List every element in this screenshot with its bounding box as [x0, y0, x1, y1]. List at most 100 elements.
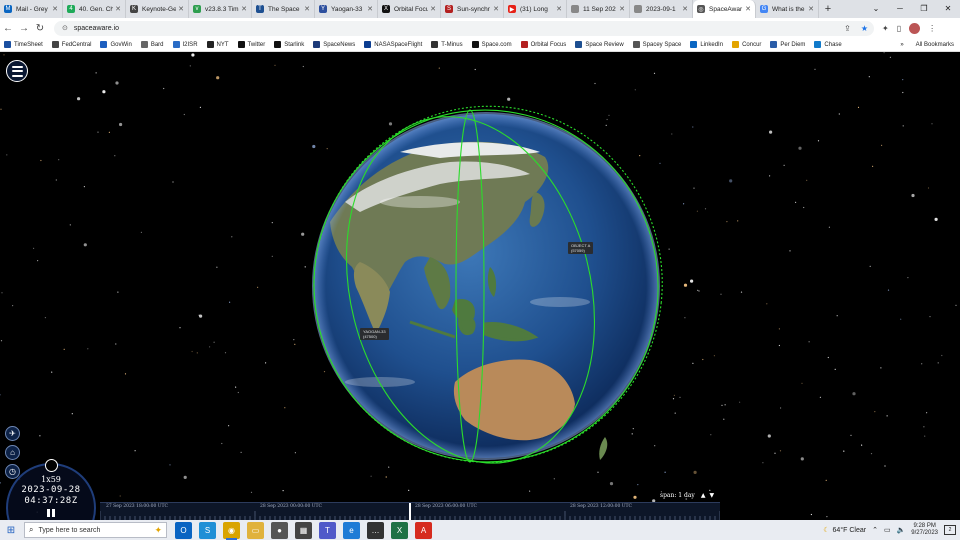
chrome-taskbar-icon[interactable]: ◉: [223, 521, 240, 540]
pause-icon[interactable]: [46, 509, 56, 519]
star: [704, 208, 707, 210]
browser-tab[interactable]: 11 Sep 202 ✕: [567, 0, 630, 18]
earth-globe[interactable]: [312, 112, 660, 460]
star: [721, 404, 723, 406]
tab-close-icon[interactable]: ✕: [430, 5, 436, 13]
bookmark-item[interactable]: NYT: [206, 41, 229, 48]
timeline-cursor[interactable]: [409, 503, 411, 520]
edge-taskbar-icon[interactable]: e: [343, 521, 360, 539]
taskbar-clock[interactable]: 9:28 PM 9/27/2023: [911, 523, 938, 537]
browser-tab[interactable]: 4 40. Gen. Ch ✕: [63, 0, 126, 18]
site-info-icon[interactable]: ⊙: [62, 24, 68, 32]
bookmark-star-icon[interactable]: ★: [861, 24, 868, 33]
browser-tab[interactable]: G What is the ✕: [756, 0, 819, 18]
hamburger-menu-button[interactable]: [6, 60, 28, 82]
tab-close-icon[interactable]: ✕: [808, 5, 814, 13]
weather-widget[interactable]: ☾ 64°F Clear: [823, 526, 866, 535]
chat-taskbar-icon[interactable]: …: [367, 521, 384, 539]
bookmark-item[interactable]: Twitter: [237, 41, 265, 48]
bookmark-item[interactable]: FedCentral: [51, 41, 92, 48]
tab-close-icon[interactable]: ✕: [493, 5, 499, 13]
span-increase-icon[interactable]: ▲: [701, 492, 706, 499]
calculator-taskbar-icon[interactable]: ▦: [295, 521, 312, 539]
browser-tab[interactable]: v v23.8.3 Tim ✕: [189, 0, 252, 18]
bookmark-item[interactable]: T-Minus: [431, 41, 463, 48]
all-bookmarks-button[interactable]: All Bookmarks: [916, 42, 954, 48]
browser-tab[interactable]: T The Space ✕: [252, 0, 315, 18]
tab-close-icon[interactable]: ✕: [682, 5, 688, 13]
timeline-bar[interactable]: 27 Sep 2023 18:00:00 UTC 28 Sep 2023 00:…: [100, 502, 720, 520]
profile-avatar[interactable]: [909, 22, 921, 34]
browser-tab[interactable]: ◎ SpaceAwar ✕: [693, 0, 756, 18]
globe-viewport[interactable]: OBJECT A (57059) YAOGAN-33 (47500) ✈ ⌂ ◷…: [0, 52, 960, 520]
teams-taskbar-icon[interactable]: T: [319, 521, 336, 539]
bookmark-item[interactable]: LinkedIn: [690, 41, 723, 48]
network-icon[interactable]: ▭: [884, 526, 891, 534]
reload-icon[interactable]: ↻: [32, 23, 48, 34]
notification-icon[interactable]: 2: [944, 525, 956, 535]
bookmark-item[interactable]: Space Review: [575, 41, 624, 48]
bookmark-item[interactable]: I2ISR: [172, 41, 198, 48]
bookmark-item[interactable]: Orbital Focus: [520, 41, 566, 48]
close-window-icon[interactable]: ✕: [936, 0, 960, 18]
label-object-a[interactable]: OBJECT A (57059): [568, 242, 594, 254]
tab-close-icon[interactable]: ✕: [556, 5, 562, 13]
satellite-icon[interactable]: ✈: [5, 426, 20, 441]
forward-icon[interactable]: →: [16, 23, 32, 34]
home-icon[interactable]: ⌂: [5, 445, 20, 460]
extensions-icon[interactable]: ✦: [882, 24, 889, 33]
tab-close-icon[interactable]: ✕: [115, 5, 121, 13]
bookmark-item[interactable]: Starlink: [274, 41, 304, 48]
url-field[interactable]: ⊙ spaceaware.io ⇪ ★: [54, 20, 874, 36]
windows-start-icon[interactable]: ⊞: [0, 525, 22, 536]
bookmark-item[interactable]: Chase: [814, 41, 842, 48]
new-tab-button[interactable]: +: [819, 3, 837, 15]
tab-close-icon[interactable]: ✕: [241, 5, 247, 13]
minimize-icon[interactable]: ─: [888, 0, 912, 18]
browser-tab[interactable]: 2023-09-1 ✕: [630, 0, 693, 18]
browser-tab[interactable]: ▶ (31) Long ✕: [504, 0, 567, 18]
tab-close-icon[interactable]: ✕: [367, 5, 373, 13]
bookmark-item[interactable]: SpaceNews: [313, 41, 355, 48]
more-bookmarks-icon[interactable]: »: [900, 42, 903, 48]
tab-close-icon[interactable]: ✕: [52, 5, 58, 13]
tab-close-icon[interactable]: ✕: [745, 5, 751, 13]
tab-close-icon[interactable]: ✕: [178, 5, 184, 13]
bookmark-item[interactable]: Spacey Space: [632, 41, 681, 48]
label-yaogan[interactable]: YAOGAN-33 (47500): [360, 328, 389, 340]
chrome-menu-icon[interactable]: ⋮: [928, 24, 936, 33]
files-taskbar-icon[interactable]: ▭: [247, 521, 264, 539]
bookmark-label: Space Review: [585, 41, 624, 48]
tab-search-icon[interactable]: ⌄: [864, 0, 888, 18]
clock-speed-knob[interactable]: [45, 459, 58, 472]
outlook-taskbar-icon[interactable]: O: [175, 521, 192, 539]
browser-tab[interactable]: Y Yaogan-33 ✕: [315, 0, 378, 18]
tab-close-icon[interactable]: ✕: [304, 5, 310, 13]
browser-tab[interactable]: S Sun-synchr ✕: [441, 0, 504, 18]
browser-tab[interactable]: K Keynote-Ge ✕: [126, 0, 189, 18]
bookmark-item[interactable]: Concur: [732, 41, 761, 48]
tray-overflow-icon[interactable]: ⌃: [872, 526, 878, 534]
acrobat-taskbar-icon[interactable]: A: [415, 521, 432, 539]
store-taskbar-icon[interactable]: ●: [271, 521, 288, 539]
excel-taskbar-icon[interactable]: X: [391, 521, 408, 539]
tab-close-icon[interactable]: ✕: [619, 5, 625, 13]
bookmark-item[interactable]: Bard: [140, 41, 164, 48]
volume-icon[interactable]: 🔈: [897, 526, 906, 534]
browser-tab[interactable]: M Mail - Grey ✕: [0, 0, 63, 18]
bookmark-item[interactable]: NASASpaceFlight: [364, 41, 422, 48]
bookmark-item[interactable]: GovWin: [100, 41, 132, 48]
bookmark-label: FedCentral: [61, 41, 92, 48]
bookmark-item[interactable]: Per Diem: [770, 41, 805, 48]
share-icon[interactable]: ⇪: [844, 24, 851, 33]
taskbar-search-field[interactable]: ⌕ Type here to search ✦: [24, 522, 167, 538]
skype-taskbar-icon[interactable]: S: [199, 521, 216, 539]
bookmark-item[interactable]: Space.com: [471, 41, 512, 48]
browser-tab[interactable]: X Orbital Focu ✕: [378, 0, 441, 18]
bookmark-item[interactable]: TimeSheet: [4, 41, 43, 48]
restore-icon[interactable]: ❐: [912, 0, 936, 18]
star: [834, 368, 836, 370]
sidebar-icon[interactable]: ▯: [897, 24, 901, 33]
back-icon[interactable]: ←: [0, 23, 16, 34]
span-decrease-icon[interactable]: ▼: [709, 492, 714, 499]
